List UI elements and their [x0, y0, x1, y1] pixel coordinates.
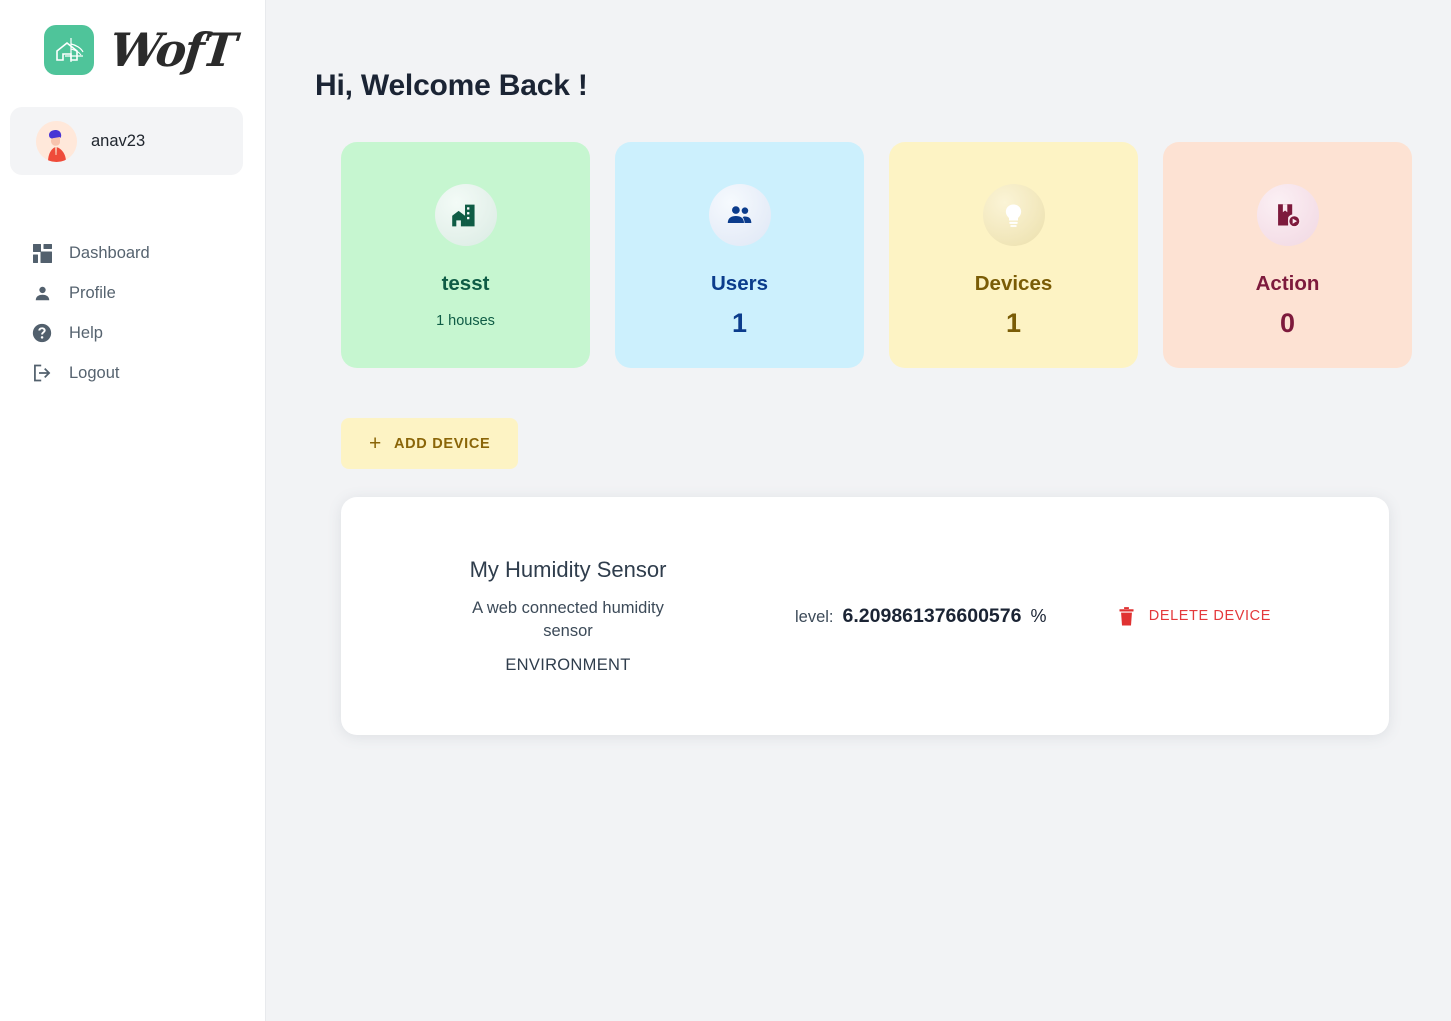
stat-card-users-label: Users	[711, 272, 768, 295]
house-wifi-icon	[44, 25, 94, 75]
avatar	[36, 120, 77, 162]
sidebar-item-logout-label: Logout	[69, 363, 120, 382]
sidebar-item-help-label: Help	[69, 323, 103, 342]
stat-card-houses-label: tesst	[441, 272, 490, 295]
logout-icon	[31, 362, 53, 384]
stat-card-devices-value: 1	[1005, 307, 1022, 338]
dashboard-grid-icon	[31, 242, 53, 264]
lightbulb-icon	[982, 184, 1045, 246]
plus-icon: +	[369, 432, 382, 455]
add-device-button-label: ADD DEVICE	[393, 435, 491, 452]
home-work-icon	[434, 184, 497, 246]
stat-card-row: tesst 1 houses Users 1 Devices 1 Action …	[266, 103, 1451, 368]
brand-wordmark: WofT	[107, 23, 238, 77]
app-root: WofT anav23 Dashboard Profile Help Logou…	[0, 0, 1451, 1021]
stat-card-action-label: Action	[1255, 272, 1320, 295]
sidebar: WofT anav23 Dashboard Profile Help Logou…	[0, 0, 266, 1021]
stat-card-users[interactable]: Users 1	[615, 142, 864, 368]
stat-card-houses-sub: 1 houses	[436, 312, 495, 329]
device-description: A web connected humidity sensor	[472, 599, 664, 640]
device-card: My Humidity Sensor A web connected humid…	[341, 497, 1389, 735]
delete-device-button[interactable]: DELETE DEVICE	[1115, 601, 1275, 632]
help-circle-icon	[31, 322, 53, 344]
stat-card-devices-label: Devices	[974, 272, 1053, 295]
device-reading: level: 6.209861376600576 %	[795, 605, 1046, 628]
stat-card-action[interactable]: Action 0	[1163, 142, 1412, 368]
device-reading-label: level:	[795, 607, 834, 626]
user-name: anav23	[91, 131, 146, 150]
person-icon	[31, 282, 53, 304]
sidebar-item-help[interactable]: Help	[0, 313, 265, 353]
stat-card-devices[interactable]: Devices 1	[889, 142, 1138, 368]
book-play-icon	[1256, 184, 1319, 246]
add-device-button[interactable]: + ADD DEVICE	[341, 418, 519, 469]
sidebar-item-logout[interactable]: Logout	[0, 353, 265, 393]
stat-card-houses[interactable]: tesst 1 houses	[341, 142, 590, 368]
brand-logo[interactable]: WofT	[0, 0, 265, 86]
device-info: My Humidity Sensor A web connected humid…	[403, 557, 733, 675]
sidebar-item-profile[interactable]: Profile	[0, 273, 265, 313]
sidebar-item-dashboard-label: Dashboard	[69, 243, 150, 262]
sidebar-item-profile-label: Profile	[69, 283, 116, 302]
trash-icon	[1119, 606, 1134, 626]
stat-card-users-value: 1	[731, 307, 748, 338]
sidebar-item-dashboard[interactable]: Dashboard	[0, 233, 265, 273]
groups-icon	[708, 184, 771, 246]
main-content: Hi, Welcome Back ! tesst 1 houses Users …	[266, 0, 1451, 1021]
device-title: My Humidity Sensor	[469, 557, 667, 583]
stat-card-action-value: 0	[1279, 307, 1296, 338]
add-device-row: + ADD DEVICE	[266, 368, 1451, 469]
device-type: ENVIRONMENT	[505, 655, 631, 674]
sidebar-nav: Dashboard Profile Help Logout	[0, 233, 265, 393]
device-reading-unit: %	[1030, 605, 1047, 626]
device-reading-value: 6.209861376600576	[842, 604, 1022, 627]
delete-device-button-label: DELETE DEVICE	[1148, 608, 1271, 624]
user-card[interactable]: anav23	[10, 107, 243, 175]
page-title: Hi, Welcome Back !	[315, 69, 588, 102]
